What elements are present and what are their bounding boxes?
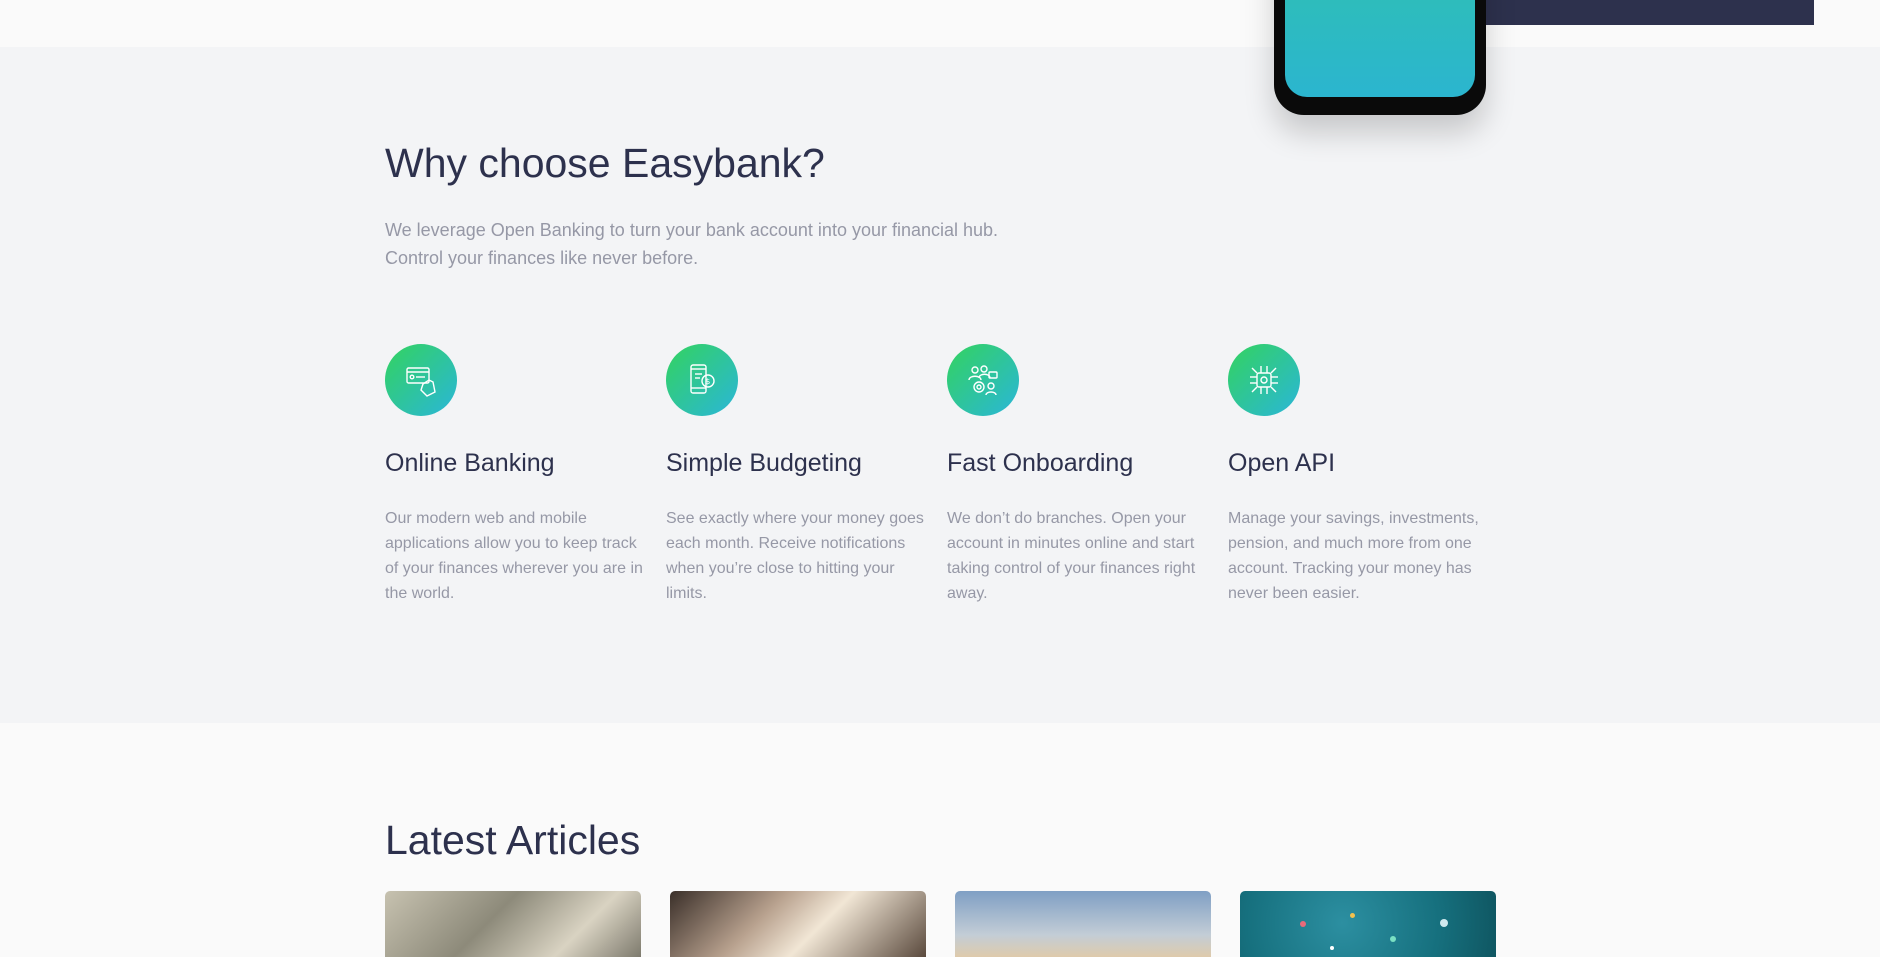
section-title: Why choose Easybank?	[385, 140, 825, 186]
latest-articles-section: Latest Articles	[0, 723, 1880, 957]
phone-mockup-image	[1274, 0, 1486, 115]
onboarding-icon	[947, 344, 1019, 416]
feature-title: Simple Budgeting	[666, 449, 862, 477]
subtitle-line: Control your finances like never before.	[385, 248, 699, 268]
feature-description: Manage your savings, investments, pensio…	[1228, 510, 1479, 602]
section-title: Latest Articles	[385, 817, 641, 863]
article-card-image[interactable]	[955, 891, 1211, 957]
phone-screen	[1285, 0, 1475, 97]
feature-fast-onboarding: Fast Onboarding We don’t do branches. Op…	[947, 344, 1207, 606]
feature-title: Fast Onboarding	[947, 449, 1134, 477]
section-subtitle: We leverage Open Banking to turn your ba…	[385, 216, 1085, 272]
article-card-image[interactable]	[670, 891, 926, 957]
feature-simple-budgeting: $ Simple Budgeting See exactly where you…	[666, 344, 926, 606]
why-choose-section: Why choose Easybank? We leverage Open Ba…	[0, 47, 1880, 723]
hero-background-block	[1480, 0, 1814, 25]
feature-description: Our modern web and mobile applications a…	[385, 510, 643, 602]
feature-title: Open API	[1228, 449, 1336, 477]
budgeting-icon: $	[666, 344, 738, 416]
feature-description: See exactly where your money goes each m…	[666, 510, 924, 602]
feature-open-api: Open API Manage your savings, investment…	[1228, 344, 1488, 606]
feature-description: We don’t do branches. Open your account …	[947, 510, 1196, 602]
article-card-image[interactable]	[385, 891, 641, 957]
svg-text:$: $	[705, 377, 710, 386]
api-icon	[1228, 344, 1300, 416]
online-banking-icon	[385, 344, 457, 416]
article-card-image[interactable]	[1240, 891, 1496, 957]
feature-online-banking: Online Banking Our modern web and mobile…	[385, 344, 645, 606]
subtitle-line: We leverage Open Banking to turn your ba…	[385, 220, 999, 240]
feature-title: Online Banking	[385, 449, 555, 477]
